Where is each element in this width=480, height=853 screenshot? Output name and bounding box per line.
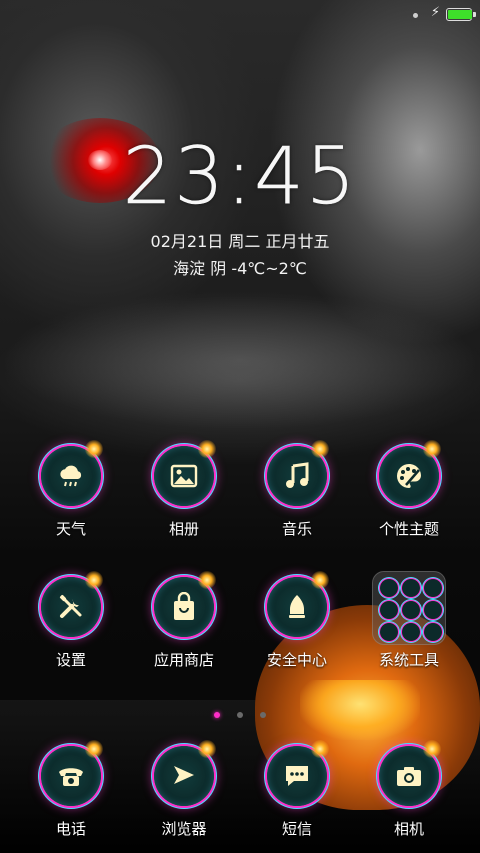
app-gallery[interactable]: 相册	[139, 440, 229, 539]
camera-icon	[379, 740, 441, 806]
app-label: 电话	[55, 820, 86, 838]
app-label: 设置	[55, 651, 86, 669]
shopping-bag-icon	[154, 571, 216, 637]
app-settings[interactable]: 设置	[26, 571, 116, 670]
app-label: 音乐	[281, 520, 312, 538]
paper-plane-icon	[154, 740, 216, 806]
shield-icon	[267, 571, 329, 637]
app-label: 相册	[168, 520, 199, 538]
app-label: 短信	[281, 820, 312, 838]
folder-app-icon	[402, 601, 420, 619]
cloud-rain-icon	[41, 440, 103, 506]
app-security[interactable]: 安全中心	[252, 571, 342, 670]
wallpaper	[0, 0, 480, 853]
folder-app-icon	[402, 579, 420, 597]
status-bar: ⚡	[0, 0, 480, 32]
picture-icon	[154, 440, 216, 506]
lightning-icon: ⚡	[430, 5, 440, 20]
tools-icon	[41, 571, 103, 637]
battery-fill	[448, 10, 472, 19]
dock-phone[interactable]: 电话	[26, 740, 116, 839]
page-dot-1[interactable]	[213, 712, 220, 718]
app-label: 个性主题	[378, 520, 439, 538]
palette-icon	[379, 440, 441, 506]
message-icon	[267, 740, 329, 806]
page-dot-3[interactable]	[260, 712, 267, 718]
folder-app-icon	[424, 601, 442, 619]
page-indicator[interactable]	[0, 703, 480, 722]
folder-app-icon	[402, 623, 420, 641]
battery-tip	[473, 12, 476, 17]
app-weather[interactable]: 天气	[26, 440, 116, 539]
folder-app-icon	[424, 579, 442, 597]
app-store[interactable]: 应用商店	[139, 571, 229, 670]
phone-icon	[41, 740, 103, 806]
folder-app-icon	[380, 579, 398, 597]
folder-app-icon	[380, 623, 398, 641]
app-label: 安全中心	[266, 651, 327, 669]
notification-dot-icon	[413, 13, 418, 18]
folder-app-icon	[380, 601, 398, 619]
weather-text[interactable]: 海淀 阴 -4℃~2℃	[0, 255, 480, 279]
folder-system-tools[interactable]: 系统工具	[364, 571, 454, 670]
app-themes[interactable]: 个性主题	[364, 440, 454, 539]
clock-time[interactable]: 23:45	[0, 138, 480, 217]
folder-app-icon	[424, 623, 442, 641]
app-music[interactable]: 音乐	[252, 440, 342, 539]
folder-icon	[372, 571, 446, 645]
wallpaper-mist	[0, 290, 480, 430]
page-dot-2[interactable]	[237, 712, 243, 718]
dock-browser[interactable]: 浏览器	[139, 740, 229, 839]
dock-camera[interactable]: 相机	[364, 740, 454, 839]
app-label: 系统工具	[378, 651, 439, 669]
dock-messages[interactable]: 短信	[252, 740, 342, 839]
date-text[interactable]: 02月21日 周二 正月廿五	[0, 228, 480, 252]
app-label: 天气	[55, 520, 86, 538]
app-label: 浏览器	[161, 820, 207, 838]
app-label: 应用商店	[153, 651, 214, 669]
app-label: 相机	[393, 820, 424, 838]
music-note-icon	[267, 440, 329, 506]
battery-icon	[446, 8, 476, 21]
